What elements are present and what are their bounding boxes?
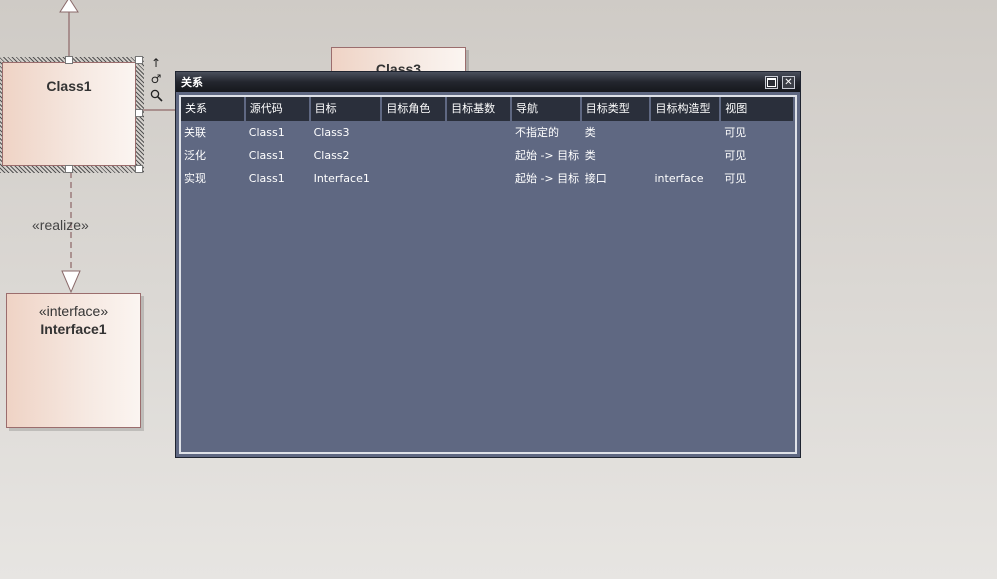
class1-box[interactable]: Class1 [2, 62, 136, 166]
resize-handle-tr[interactable] [135, 56, 143, 64]
cell-target: Class3 [313, 126, 350, 139]
interface1-name: Interface1 [40, 321, 107, 337]
close-icon: ✕ [784, 77, 793, 88]
interface1-box[interactable]: «interface» Interface1 [6, 293, 141, 428]
relations-window: 关系 ✕ 关系 源代码 目标 目标角色 目标基数 导航 目标类型 目标构造型 视… [175, 71, 801, 458]
class1-name: Class1 [46, 78, 92, 94]
maximize-button[interactable] [765, 76, 778, 89]
cell-target-multiplicity [447, 144, 512, 167]
cell-target: Class2 [313, 149, 350, 162]
relations-window-titlebar[interactable]: 关系 [176, 72, 800, 92]
cell-target-stereotype [651, 121, 721, 144]
relations-grid: 关系 源代码 目标 目标角色 目标基数 导航 目标类型 目标构造型 视图 关联 … [179, 95, 797, 454]
column-header-target-type[interactable]: 目标类型 [582, 97, 652, 121]
column-header-target-role[interactable]: 目标角色 [382, 97, 448, 121]
realization-arrowhead [61, 270, 81, 294]
cell-navigation: 不指定的 [514, 126, 559, 139]
cell-target-multiplicity [447, 121, 512, 144]
resize-handle-b[interactable] [65, 165, 73, 173]
cell-navigation: 起始 -> 目标 [514, 149, 580, 162]
relations-window-title: 关系 [181, 76, 203, 89]
cell-source: Class1 [248, 172, 285, 185]
column-header-view[interactable]: 视图 [721, 97, 795, 121]
column-header-target[interactable]: 目标 [311, 97, 383, 121]
column-header-relation[interactable]: 关系 [181, 97, 246, 121]
cell-relation: 实现 [184, 172, 206, 185]
cell-relation: 关联 [184, 126, 206, 139]
cell-navigation: 起始 -> 目标 [514, 172, 580, 185]
cell-relation: 泛化 [184, 149, 206, 162]
grid-header: 关系 源代码 目标 目标角色 目标基数 导航 目标类型 目标构造型 视图 [181, 97, 795, 121]
cell-target-stereotype: interface [654, 172, 704, 185]
resize-handle-br[interactable] [135, 165, 143, 173]
cell-target-role [382, 121, 447, 144]
table-row[interactable]: 泛化 Class1 Class2 起始 -> 目标 类 可见 [181, 144, 795, 167]
zoom-icon[interactable] [149, 89, 163, 105]
table-row[interactable]: 关联 Class1 Class3 不指定的 类 可见 [181, 121, 795, 144]
cell-target-multiplicity [447, 167, 512, 190]
cell-target-stereotype [651, 144, 721, 167]
close-button[interactable]: ✕ [782, 76, 795, 89]
resize-handle-r[interactable] [135, 109, 143, 117]
column-header-source[interactable]: 源代码 [246, 97, 311, 121]
maximize-icon [767, 78, 776, 87]
resize-handle-t[interactable] [65, 56, 73, 64]
cell-view: 可见 [724, 149, 747, 162]
column-header-target-multiplicity[interactable]: 目标基数 [447, 97, 512, 121]
cell-target-type: 类 [584, 149, 596, 162]
cell-target-role [382, 167, 447, 190]
generalization-arrowhead [59, 0, 79, 13]
cell-target: Interface1 [313, 172, 370, 185]
interface1-stereotype: «interface» [38, 303, 109, 319]
column-header-target-stereotype[interactable]: 目标构造型 [651, 97, 722, 121]
up-arrow-icon[interactable]: ↑ [149, 56, 163, 70]
cell-source: Class1 [248, 126, 285, 139]
cell-target-type: 接口 [584, 172, 607, 185]
cell-target-role [382, 144, 447, 167]
link-icon[interactable]: ♂ [149, 72, 163, 86]
cell-view: 可见 [724, 126, 747, 139]
realize-label: «realize» [32, 217, 89, 233]
cell-source: Class1 [248, 149, 285, 162]
cell-view: 可见 [724, 172, 747, 185]
table-row[interactable]: 实现 Class1 Interface1 起始 -> 目标 接口 interfa… [181, 167, 795, 190]
column-header-navigation[interactable]: 导航 [512, 97, 582, 121]
cell-target-type: 类 [584, 126, 596, 139]
